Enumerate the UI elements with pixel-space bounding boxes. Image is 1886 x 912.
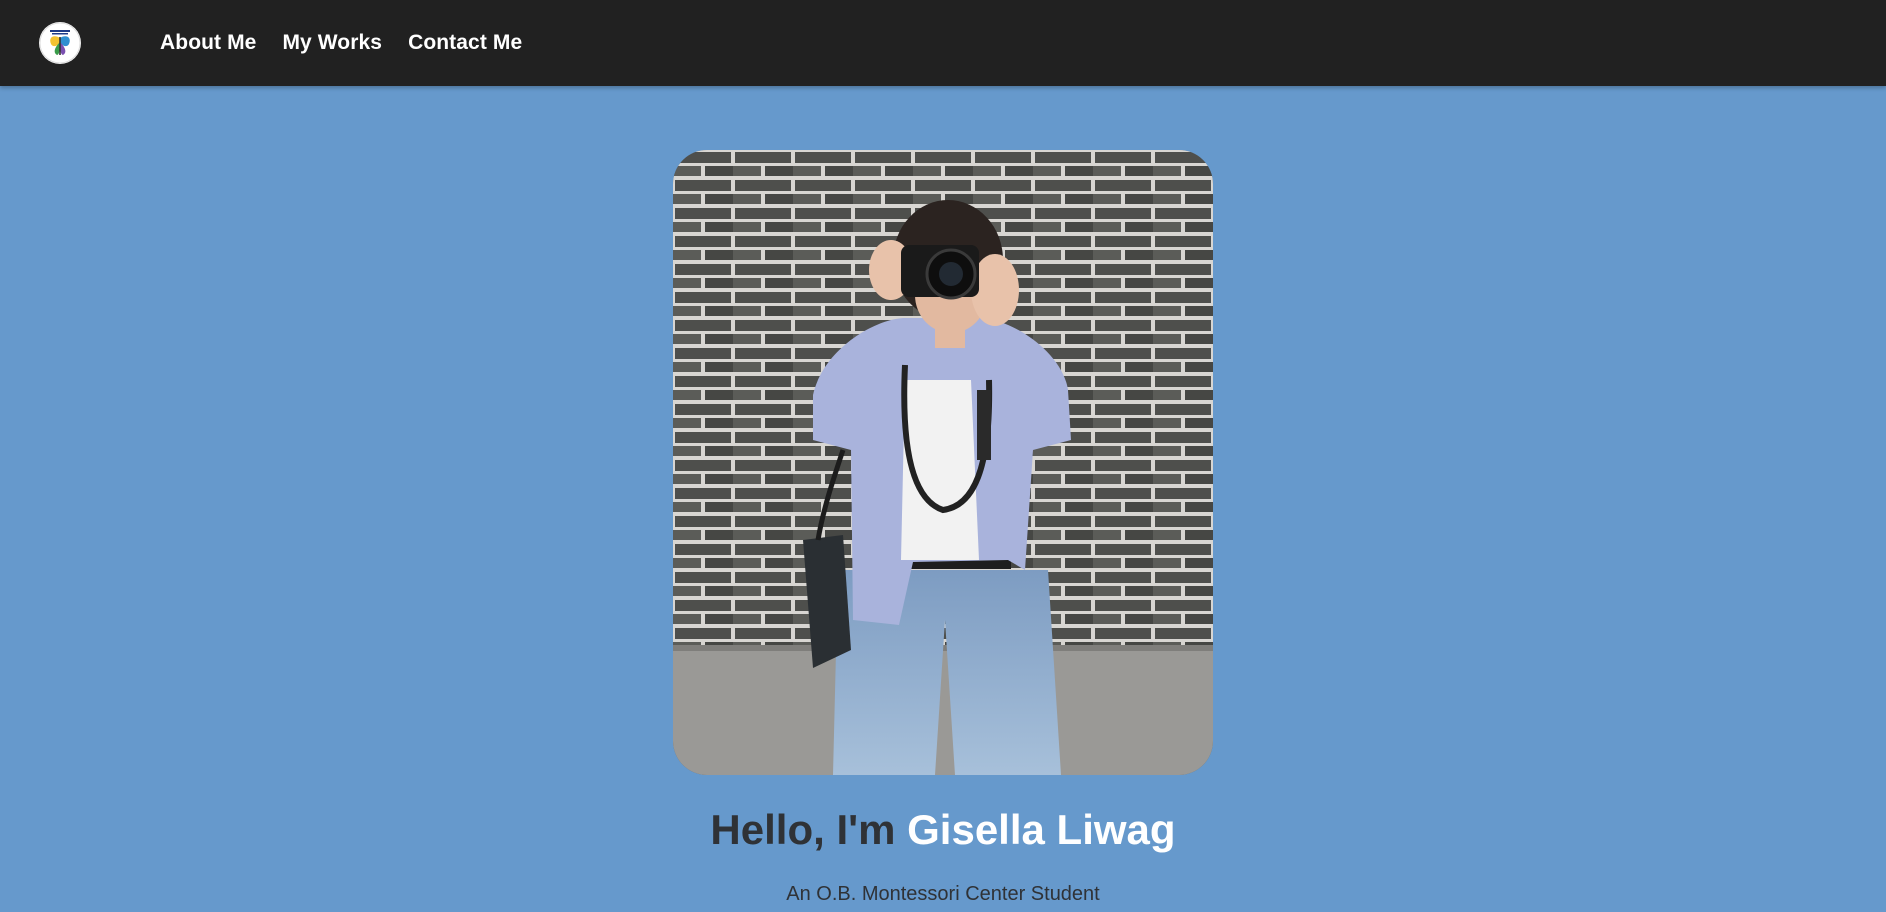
- subtitle-text: An O.B. Montessori Center Student: [786, 883, 1100, 905]
- greeting-text: Hello, I'm: [710, 806, 908, 853]
- nav-link-contact-me[interactable]: Contact Me: [408, 31, 522, 55]
- school-logo-icon[interactable]: [39, 22, 81, 64]
- top-navbar: About Me My Works Contact Me: [0, 0, 1886, 86]
- nav-link-about-me[interactable]: About Me: [160, 31, 256, 55]
- primary-nav: About Me My Works Contact Me: [160, 0, 522, 86]
- profile-photo: [673, 150, 1213, 775]
- page-title: Hello, I'm Gisella Liwag: [0, 802, 1886, 858]
- name-text: Gisella Liwag: [907, 806, 1176, 853]
- nav-link-my-works[interactable]: My Works: [282, 31, 382, 55]
